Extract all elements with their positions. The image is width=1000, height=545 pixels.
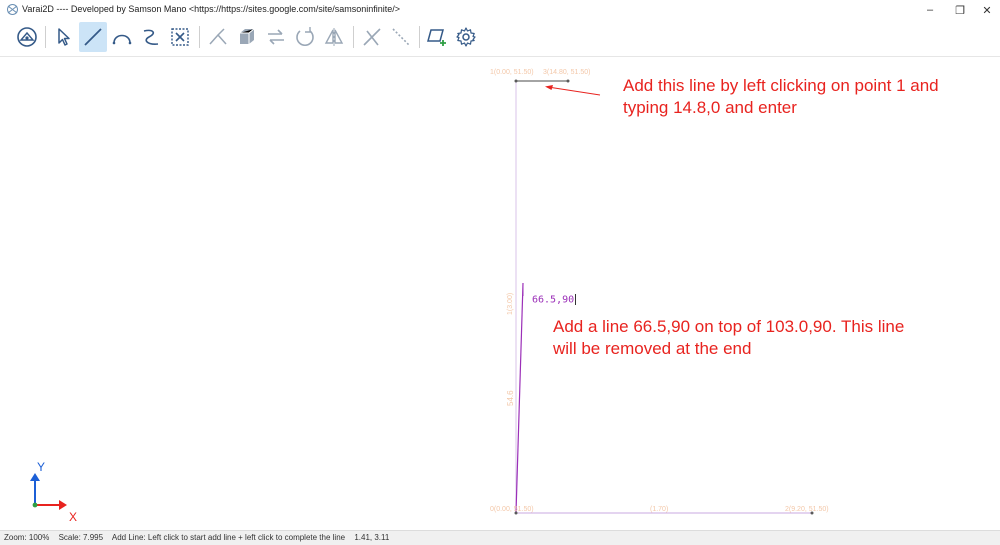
annotation-top-line-1: Add this line by left clicking on point … bbox=[623, 76, 939, 95]
arc-button[interactable] bbox=[108, 22, 136, 52]
zoom-fit-button[interactable] bbox=[166, 22, 194, 52]
move-button[interactable] bbox=[262, 22, 290, 52]
toolbar-separator bbox=[419, 26, 420, 48]
bezier-icon bbox=[143, 29, 159, 45]
annotation-top-line-2: typing 14.8,0 and enter bbox=[623, 98, 797, 117]
toolbar-separator bbox=[199, 26, 200, 48]
annotation-middle: Add a line 66.5,90 on top of 103.0,90. T… bbox=[553, 316, 904, 360]
label-point-2: 2(9.20, 51.50) bbox=[785, 506, 829, 513]
status-text: Zoom: 100% Scale: 7.995 Add Line: Left c… bbox=[4, 533, 396, 542]
text-caret bbox=[575, 294, 577, 305]
toolbar-separator bbox=[353, 26, 354, 48]
settings-app-button[interactable] bbox=[13, 22, 41, 52]
label-point-3: 3(14.80, 51.50) bbox=[543, 69, 590, 76]
dashed-line-button[interactable] bbox=[387, 22, 415, 52]
trim-icon bbox=[209, 28, 227, 45]
status-coords: 1.41, 3.11 bbox=[354, 533, 390, 542]
delete-button[interactable] bbox=[358, 22, 386, 52]
label-bottom-mid: (1.70) bbox=[650, 506, 668, 513]
annotation-arrow bbox=[547, 86, 601, 96]
label-point-1: 1(0.00, 51.50) bbox=[490, 69, 534, 76]
axis-x-label: X bbox=[69, 510, 77, 524]
annotation-top: Add this line by left clicking on point … bbox=[623, 75, 939, 119]
window-title: Varai2D ---- Developed by Samson Mano <h… bbox=[22, 4, 401, 14]
arc-icon bbox=[112, 34, 132, 45]
close-button[interactable]: ✕ bbox=[977, 2, 997, 18]
label-dim-54: 54.6 bbox=[506, 390, 515, 406]
status-bar: Zoom: 100% Scale: 7.995 Add Line: Left c… bbox=[0, 530, 1000, 545]
title-bar: Varai2D ---- Developed by Samson Mano <h… bbox=[0, 0, 1000, 20]
extrude-button[interactable] bbox=[233, 22, 261, 52]
annotation-middle-line-1: Add a line 66.5,90 on top of 103.0,90. T… bbox=[553, 317, 905, 336]
status-message: Add Line: Left click to start add line +… bbox=[111, 533, 346, 542]
select-icon bbox=[58, 28, 70, 46]
preview-line bbox=[515, 282, 524, 514]
status-scale: Scale: 7.995 bbox=[58, 533, 104, 542]
toolbar-separator bbox=[45, 26, 46, 48]
label-point-0: 0(0.00, 51.50) bbox=[490, 506, 534, 513]
rotate-button[interactable] bbox=[291, 22, 319, 52]
add-surface-icon bbox=[427, 29, 446, 46]
status-zoom: Zoom: 100% bbox=[4, 533, 50, 542]
mirror-button[interactable] bbox=[320, 22, 348, 52]
geometry-svg[interactable]: 1(0.00, 51.50) 3(14.80, 51.50) 0(0.00, 5… bbox=[0, 57, 1000, 530]
toolbar bbox=[0, 20, 1000, 57]
restore-button[interactable]: ❐ bbox=[950, 2, 970, 18]
select-button[interactable] bbox=[50, 22, 78, 52]
settings-app-icon bbox=[17, 27, 37, 47]
axis-origin bbox=[32, 502, 38, 508]
extrude-icon bbox=[240, 28, 255, 44]
rotate-icon bbox=[296, 27, 314, 46]
dashed-line-icon bbox=[392, 28, 410, 46]
trim-button[interactable] bbox=[204, 22, 232, 52]
minimize-button[interactable]: – bbox=[920, 2, 940, 18]
x-axis-arrowhead bbox=[59, 500, 67, 510]
line-button[interactable] bbox=[79, 22, 107, 52]
gear-button[interactable] bbox=[452, 22, 480, 52]
point-3[interactable] bbox=[566, 79, 570, 83]
command-input-text: 66.5,90 bbox=[532, 294, 575, 306]
bezier-button[interactable] bbox=[137, 22, 165, 52]
axis-y-label: Y bbox=[37, 460, 45, 474]
annotation-middle-line-2: will be removed at the end bbox=[553, 339, 752, 358]
label-vertical-mid: 1(3.00) bbox=[507, 293, 514, 315]
delete-icon bbox=[363, 28, 381, 46]
app-logo-icon bbox=[6, 3, 19, 16]
move-icon bbox=[268, 29, 284, 45]
zoom-fit-icon bbox=[171, 28, 189, 46]
y-axis-arrowhead bbox=[30, 473, 40, 481]
line-icon bbox=[84, 28, 102, 46]
command-input[interactable]: 66.5,90 bbox=[532, 294, 577, 306]
drawing-canvas[interactable]: 1(0.00, 51.50) 3(14.80, 51.50) 0(0.00, 5… bbox=[0, 57, 1000, 530]
add-surface-button[interactable] bbox=[423, 22, 451, 52]
annotation-arrowhead bbox=[545, 85, 553, 90]
point-1[interactable] bbox=[514, 79, 518, 83]
mirror-icon bbox=[324, 28, 344, 46]
gear-icon bbox=[456, 27, 476, 47]
